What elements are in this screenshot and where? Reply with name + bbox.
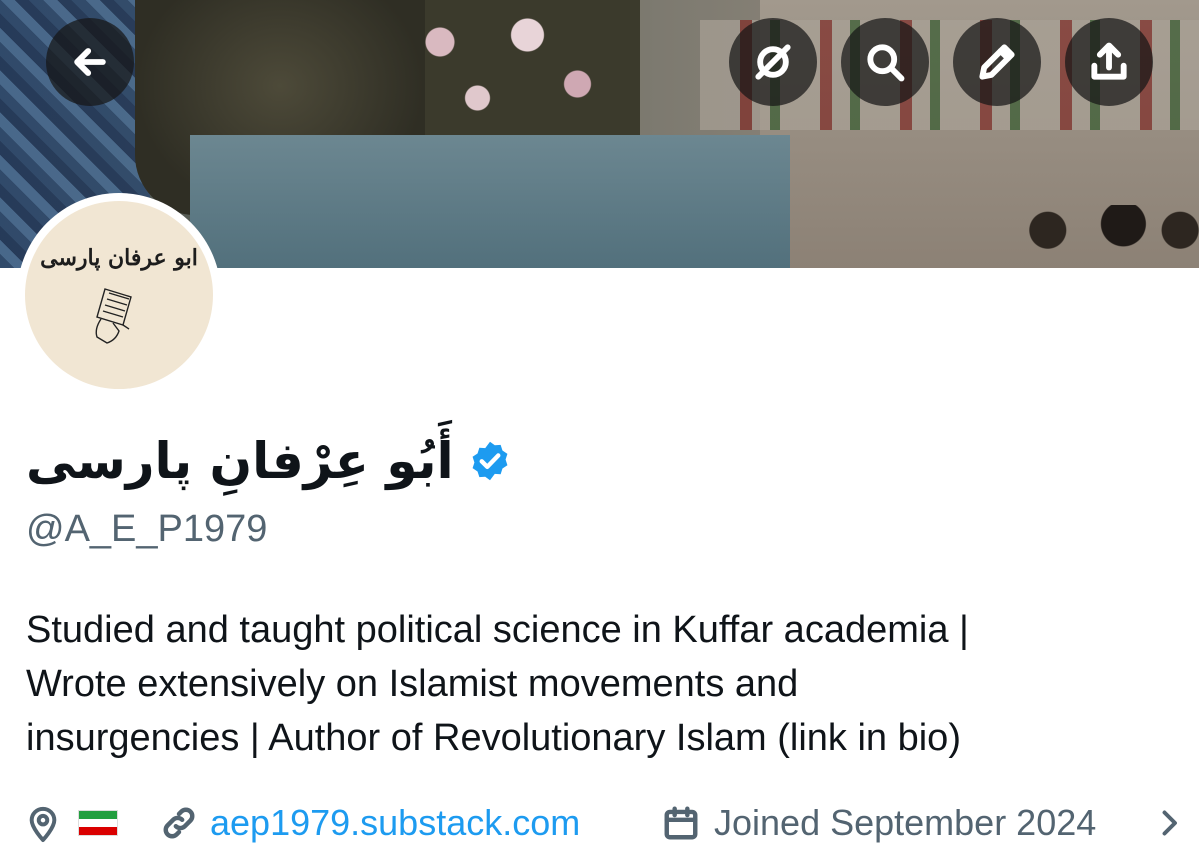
share-button[interactable] <box>1065 18 1153 106</box>
name-row: أَبُو عِرْفانِ پارسی <box>26 426 512 496</box>
website-link[interactable]: aep1979.substack.com <box>210 802 580 844</box>
profile-meta: aep1979.substack.com Joined September 20… <box>26 800 1186 846</box>
link-icon <box>163 807 195 839</box>
pencil-icon <box>979 44 1015 80</box>
no-translate-icon <box>755 44 791 80</box>
search-icon <box>867 44 905 82</box>
location-pin-icon <box>29 806 57 842</box>
arrow-left-icon <box>74 48 106 76</box>
avatar-logo-text: ابو عرفان پارسی <box>40 245 198 271</box>
edit-button[interactable] <box>953 18 1041 106</box>
verified-badge-icon[interactable] <box>468 439 512 483</box>
location <box>26 800 118 846</box>
search-button[interactable] <box>841 18 929 106</box>
website[interactable]: aep1979.substack.com <box>160 800 580 846</box>
handle: @A_E_P1979 <box>26 508 268 550</box>
joined-text: Joined September 2024 <box>714 802 1097 843</box>
translate-button[interactable] <box>729 18 817 106</box>
back-button[interactable] <box>46 18 134 106</box>
joined-date: Joined September 2024 <box>662 800 1096 846</box>
banner-flowers <box>390 0 640 140</box>
banner-crowd <box>1010 205 1199 268</box>
more-info-button[interactable] <box>1154 800 1184 846</box>
avatar[interactable]: ابو عرفان پارسی <box>17 193 221 397</box>
bio-line: insurgencies | Author of Revolutionary I… <box>26 717 961 759</box>
display-name: أَبُو عِرْفانِ پارسی <box>26 432 454 490</box>
avatar-image: ابو عرفان پارسی <box>25 201 213 389</box>
bio-line: Wrote extensively on Islamist movements … <box>26 663 799 705</box>
banner-podium <box>190 135 790 268</box>
bio-line: Studied and taught political science in … <box>26 609 969 651</box>
calendar-icon <box>664 806 698 840</box>
chevron-right-icon <box>1162 810 1177 836</box>
book-hand-icon <box>95 288 132 344</box>
bio: Studied and taught political science in … <box>26 603 1186 765</box>
share-icon <box>1091 42 1127 80</box>
iran-flag-icon <box>78 810 118 836</box>
